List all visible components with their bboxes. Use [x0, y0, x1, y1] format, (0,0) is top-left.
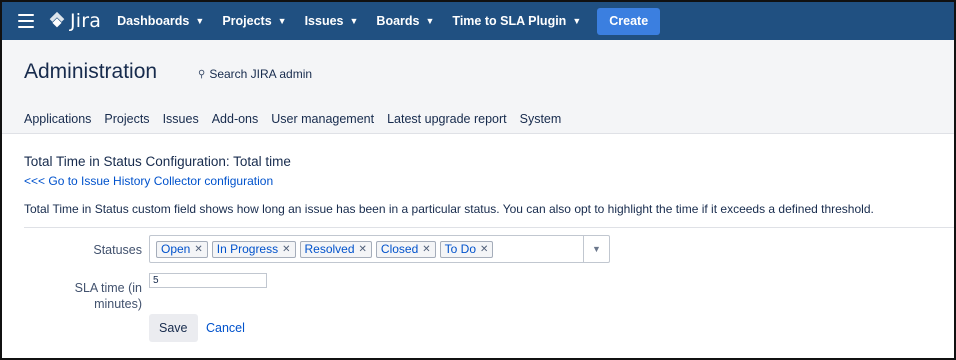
- nav-dashboards-label: Dashboards: [117, 14, 190, 28]
- chevron-down-icon: ▼: [277, 16, 287, 26]
- status-chip-label: Open: [161, 242, 191, 256]
- cancel-link[interactable]: Cancel: [206, 321, 245, 335]
- nav-dashboards[interactable]: Dashboards ▼: [117, 14, 204, 28]
- nav-boards-label: Boards: [376, 14, 420, 28]
- nav-projects-label: Projects: [222, 14, 272, 28]
- tab-latest-upgrade-report[interactable]: Latest upgrade report: [387, 112, 507, 126]
- jira-logo-text: Jira: [70, 10, 102, 32]
- status-chip-resolved: Resolved ✕: [299, 240, 372, 258]
- save-button[interactable]: Save: [149, 314, 198, 342]
- admin-search[interactable]: ⚲ Search JIRA admin: [198, 67, 312, 81]
- remove-icon[interactable]: ✕: [194, 244, 202, 255]
- chevron-down-icon: ▼: [195, 16, 205, 26]
- status-chip-to-do: To Do ✕: [439, 240, 494, 258]
- section-divider: [24, 227, 954, 228]
- nav-issues[interactable]: Issues ▼: [305, 14, 359, 28]
- config-heading: Total Time in Status Configuration: Tota…: [24, 154, 291, 169]
- remove-icon[interactable]: ✕: [282, 244, 290, 255]
- chevron-down-icon: ▼: [349, 16, 359, 26]
- remove-icon[interactable]: ✕: [480, 244, 488, 255]
- tab-issues[interactable]: Issues: [163, 112, 199, 126]
- admin-tabs: Applications Projects Issues Add-ons Use…: [24, 112, 574, 126]
- tab-user-management[interactable]: User management: [271, 112, 374, 126]
- tab-applications[interactable]: Applications: [24, 112, 91, 126]
- sla-time-label: SLA time (in minutes): [74, 281, 142, 311]
- menu-hamburger-icon[interactable]: [18, 14, 34, 28]
- sla-time-input[interactable]: [149, 273, 267, 288]
- status-chip-in-progress: In Progress ✕: [211, 240, 296, 258]
- tab-add-ons[interactable]: Add-ons: [212, 112, 259, 126]
- tab-projects[interactable]: Projects: [104, 112, 149, 126]
- remove-icon[interactable]: ✕: [422, 244, 430, 255]
- status-chip-open: Open ✕: [156, 240, 208, 258]
- top-navigation-bar: Jira Dashboards ▼ Projects ▼ Issues ▼ Bo…: [2, 2, 954, 40]
- statuses-label: Statuses: [93, 243, 142, 257]
- status-chip-label: In Progress: [216, 242, 279, 256]
- jira-logo[interactable]: Jira: [46, 10, 101, 32]
- status-chip-label: To Do: [444, 242, 477, 256]
- create-button[interactable]: Create: [597, 7, 661, 35]
- statuses-multiselect[interactable]: Open ✕ In Progress ✕ Resolved ✕ Closed ✕…: [149, 235, 610, 263]
- nav-time-to-sla-plugin[interactable]: Time to SLA Plugin ▼: [452, 14, 581, 28]
- admin-search-label: Search JIRA admin: [209, 67, 313, 81]
- tab-system[interactable]: System: [520, 112, 562, 126]
- page-title: Administration: [24, 60, 158, 83]
- status-chip-label: Closed: [380, 242, 419, 256]
- back-to-collector-link[interactable]: <<< Go to Issue History Collector config…: [24, 174, 273, 188]
- status-chip-label: Resolved: [304, 242, 355, 256]
- nav-time-to-sla-plugin-label: Time to SLA Plugin: [452, 14, 567, 28]
- nav-issues-label: Issues: [304, 14, 344, 28]
- nav-projects[interactable]: Projects ▼: [222, 14, 286, 28]
- search-icon: ⚲: [198, 68, 206, 80]
- jira-logo-icon: [49, 11, 65, 28]
- status-chip-closed: Closed ✕: [375, 240, 436, 258]
- chevron-down-icon: ▼: [572, 16, 582, 26]
- chevron-down-icon: ▼: [425, 16, 435, 26]
- field-description: Total Time in Status custom field shows …: [24, 202, 874, 216]
- page-frame: Jira Dashboards ▼ Projects ▼ Issues ▼ Bo…: [0, 0, 956, 360]
- chevron-down-icon[interactable]: ▼: [583, 236, 609, 262]
- remove-icon[interactable]: ✕: [359, 244, 367, 255]
- nav-boards[interactable]: Boards ▼: [376, 14, 434, 28]
- admin-header: Administration ⚲ Search JIRA admin Appli…: [2, 40, 954, 134]
